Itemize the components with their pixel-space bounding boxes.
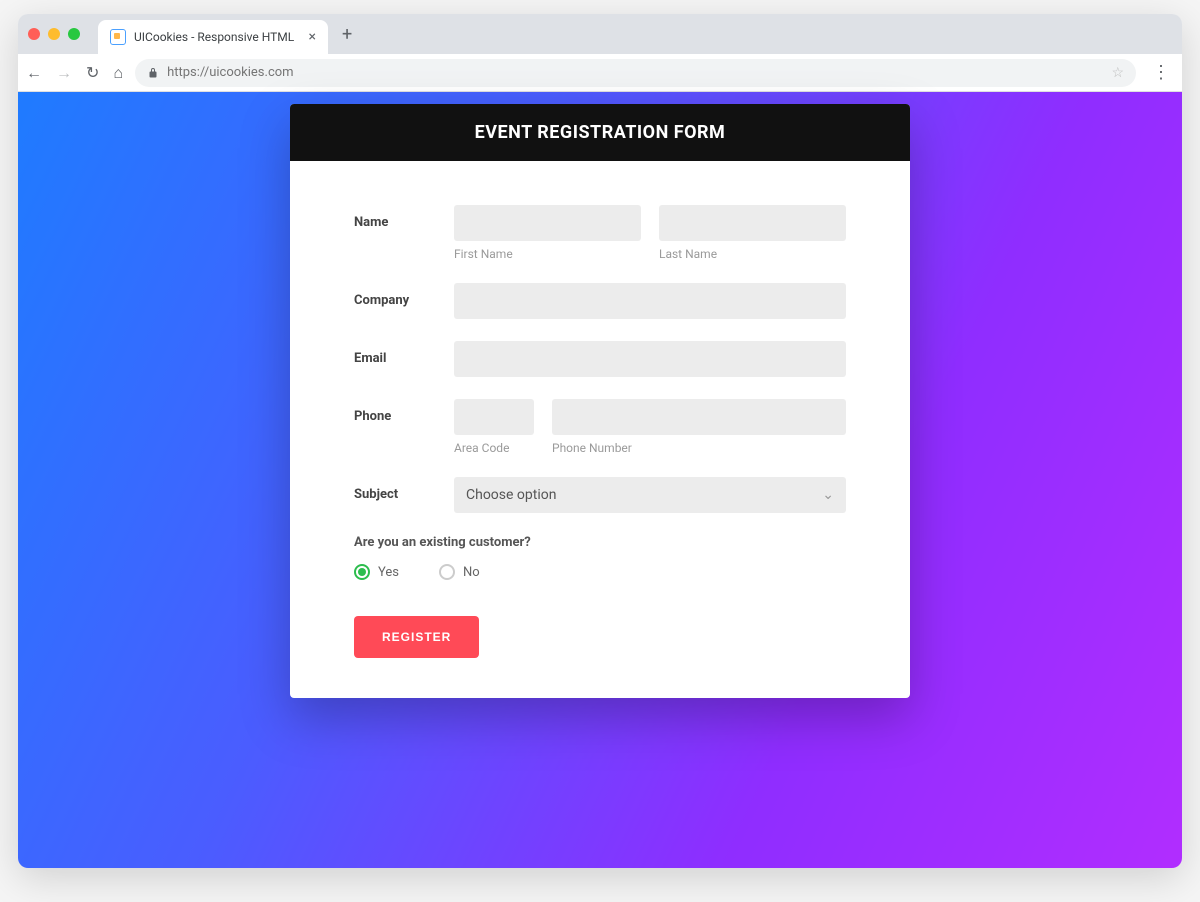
sublabel-last-name: Last Name — [659, 247, 846, 261]
radio-no-dot — [439, 564, 455, 580]
address-bar: ← → ↻ ⌂ https://uicookies.com ☆ ⋮ — [18, 54, 1182, 92]
row-company: Company — [354, 283, 846, 319]
row-email: Email — [354, 341, 846, 377]
form-body: Name First Name Last Name Comp — [290, 161, 910, 698]
label-subject: Subject — [354, 477, 454, 513]
new-tab-button[interactable]: + — [342, 24, 352, 45]
url-field[interactable]: https://uicookies.com ☆ — [135, 59, 1136, 87]
radio-no-label: No — [463, 565, 480, 580]
phone-number-input[interactable] — [552, 399, 846, 435]
last-name-input[interactable] — [659, 205, 846, 241]
browser-window: UICookies - Responsive HTML × + ← → ↻ ⌂ … — [18, 14, 1182, 868]
label-name: Name — [354, 205, 454, 261]
row-subject: Subject Choose option ⌄ — [354, 477, 846, 513]
first-name-input[interactable] — [454, 205, 641, 241]
lock-icon — [147, 67, 159, 79]
radio-yes-label: Yes — [378, 565, 399, 580]
existing-customer-question: Are you an existing customer? — [354, 535, 846, 550]
registration-card: EVENT REGISTRATION FORM Name First Name … — [290, 104, 910, 698]
close-window-button[interactable] — [28, 28, 40, 40]
label-company: Company — [354, 283, 454, 319]
sublabel-phone-number: Phone Number — [552, 441, 846, 455]
radio-no[interactable]: No — [439, 564, 480, 580]
row-name: Name First Name Last Name — [354, 205, 846, 261]
area-code-input[interactable] — [454, 399, 534, 435]
label-phone: Phone — [354, 399, 454, 455]
subject-select-value: Choose option — [466, 487, 556, 503]
email-input[interactable] — [454, 341, 846, 377]
radio-yes-dot — [354, 564, 370, 580]
close-tab-icon[interactable]: × — [309, 29, 316, 45]
minimize-window-button[interactable] — [48, 28, 60, 40]
maximize-window-button[interactable] — [68, 28, 80, 40]
bookmark-icon[interactable]: ☆ — [1111, 65, 1124, 81]
back-button[interactable]: ← — [26, 63, 42, 83]
home-button[interactable]: ⌂ — [113, 63, 123, 83]
sublabel-first-name: First Name — [454, 247, 641, 261]
register-button[interactable]: REGISTER — [354, 616, 479, 658]
form-title: EVENT REGISTRATION FORM — [290, 104, 910, 161]
browser-menu-button[interactable]: ⋮ — [1148, 62, 1174, 83]
page-viewport: EVENT REGISTRATION FORM Name First Name … — [18, 92, 1182, 868]
existing-customer-radios: Yes No — [354, 564, 846, 580]
tab-strip: UICookies - Responsive HTML × + — [18, 14, 1182, 54]
forward-button[interactable]: → — [56, 63, 72, 83]
url-text: https://uicookies.com — [167, 65, 294, 80]
tab-title: UICookies - Responsive HTML — [134, 30, 301, 44]
chevron-down-icon: ⌄ — [822, 487, 834, 503]
company-input[interactable] — [454, 283, 846, 319]
window-controls — [28, 28, 80, 40]
sublabel-area-code: Area Code — [454, 441, 534, 455]
radio-yes[interactable]: Yes — [354, 564, 399, 580]
label-email: Email — [354, 341, 454, 377]
reload-button[interactable]: ↻ — [86, 63, 99, 82]
subject-select[interactable]: Choose option ⌄ — [454, 477, 846, 513]
row-phone: Phone Area Code Phone Number — [354, 399, 846, 455]
browser-tab[interactable]: UICookies - Responsive HTML × — [98, 20, 328, 54]
tab-favicon — [110, 29, 126, 45]
